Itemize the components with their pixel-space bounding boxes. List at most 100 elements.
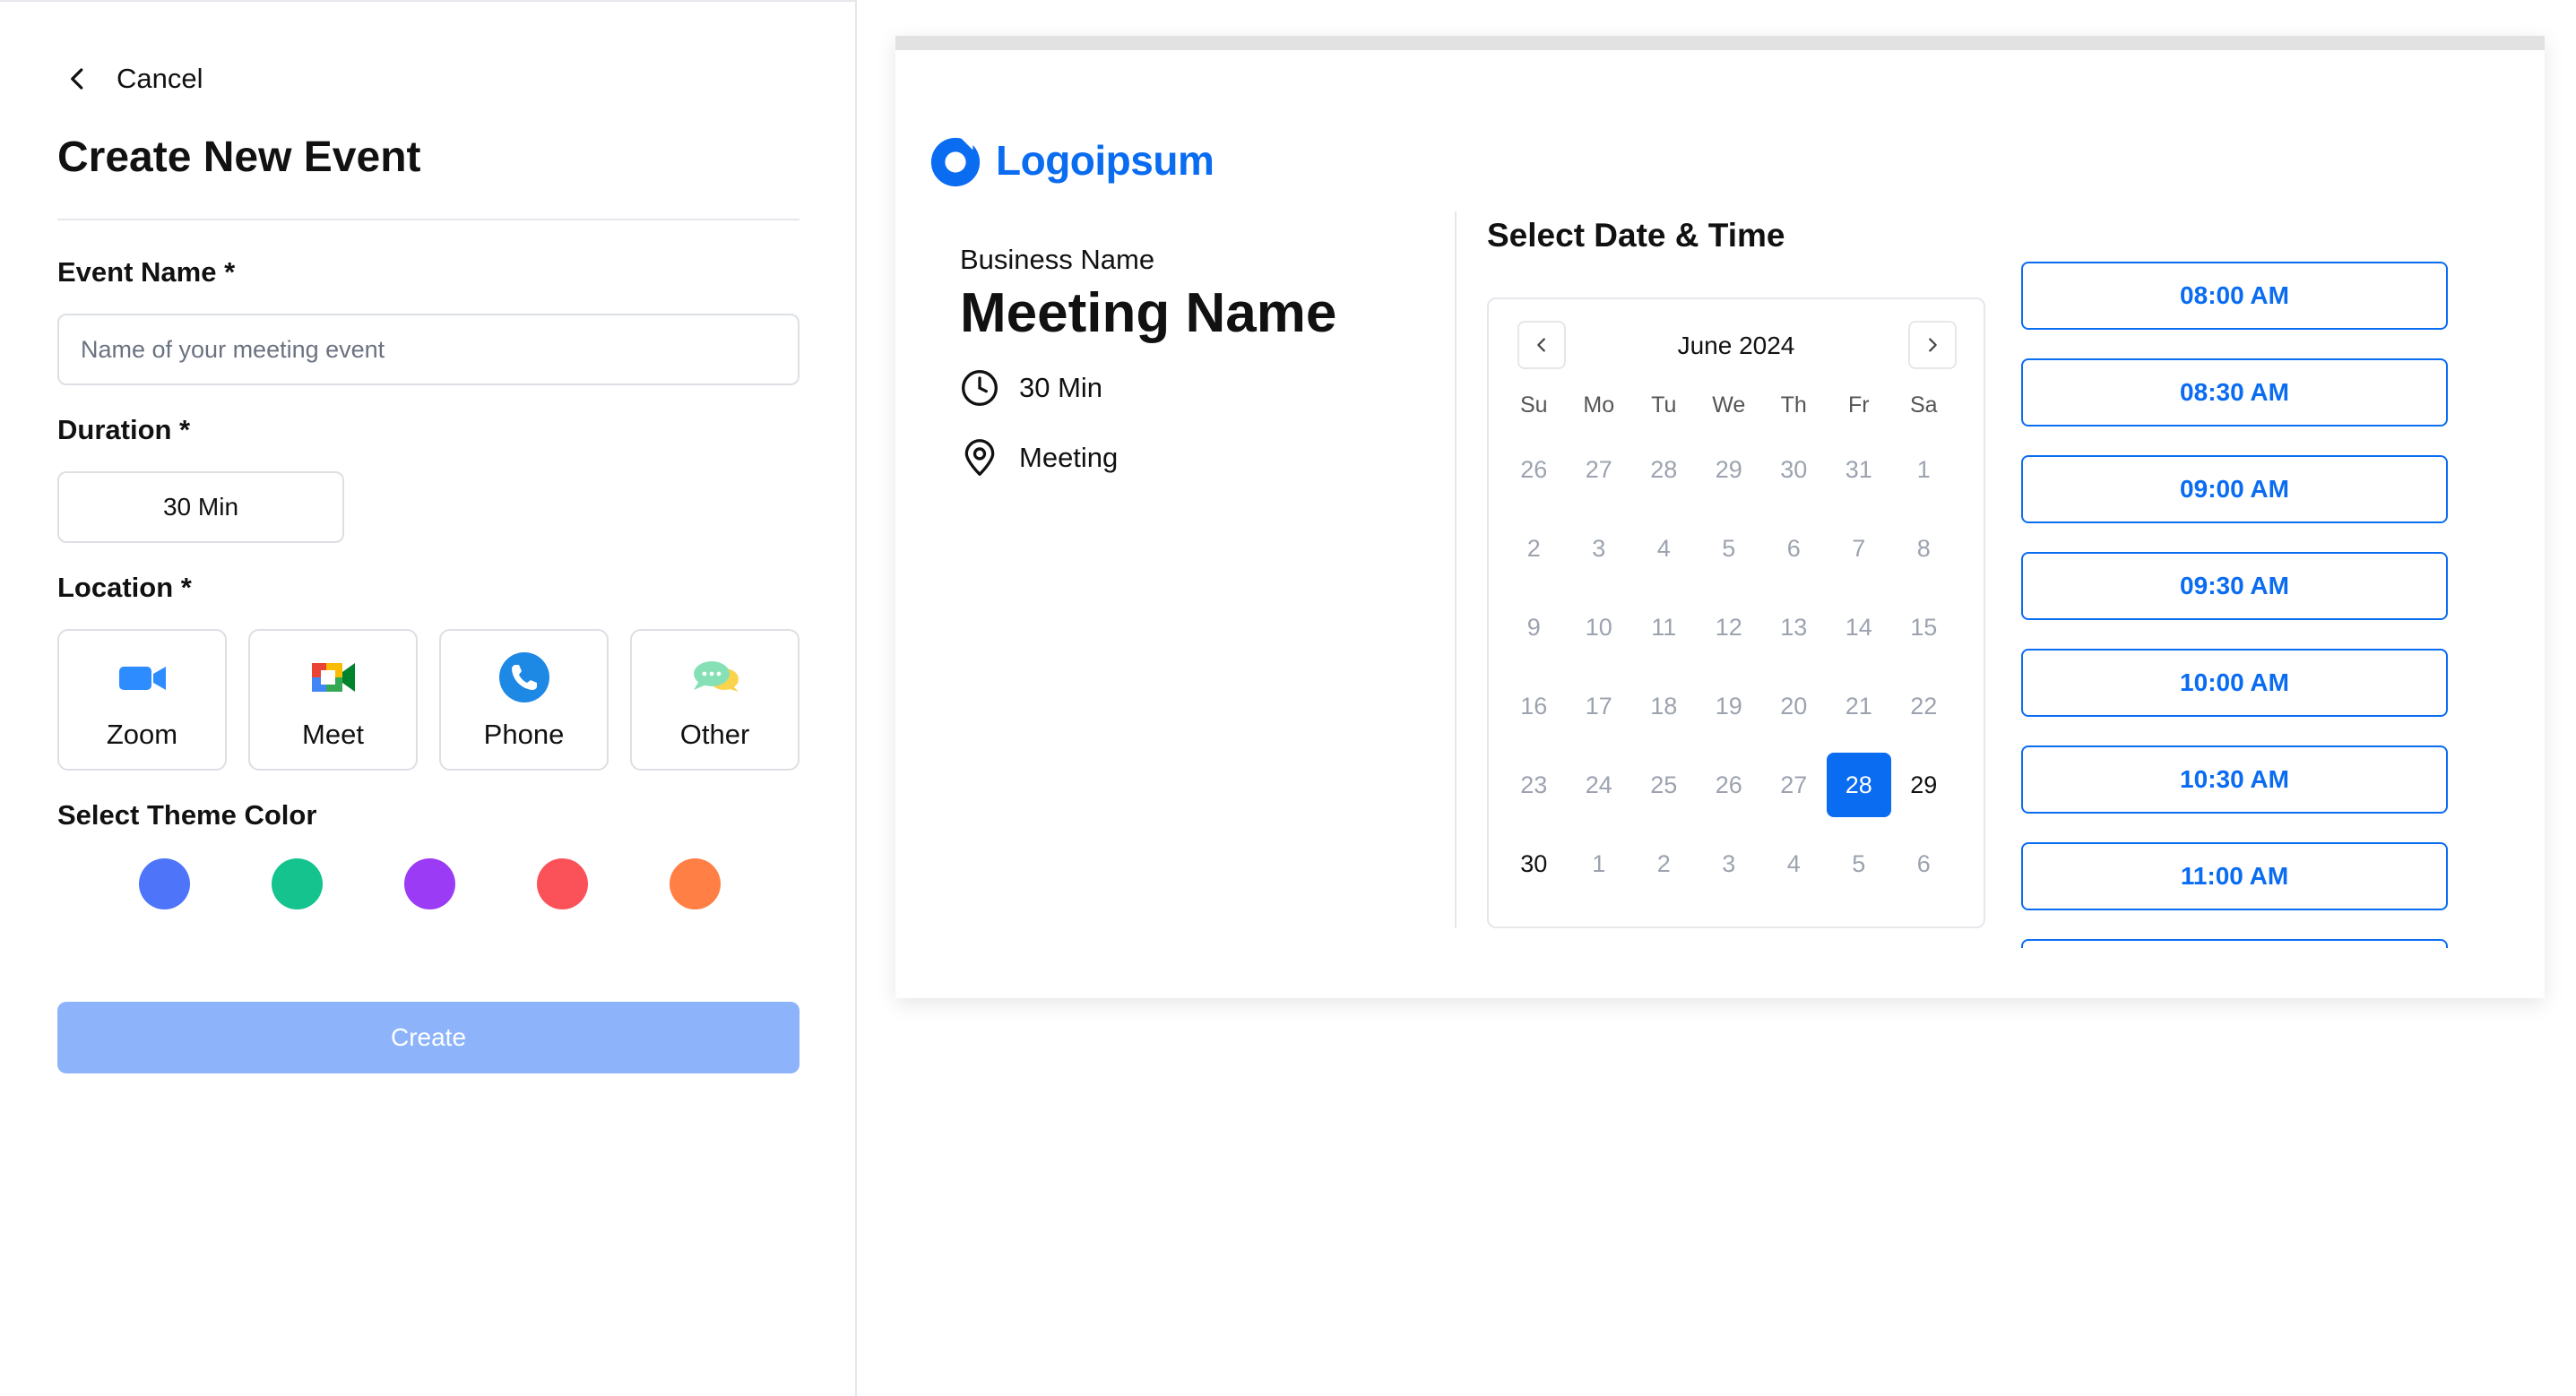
location-zoom[interactable]: Zoom (57, 629, 227, 771)
calendar-day-number: 6 (1916, 849, 1931, 877)
weekday-label: Mo (1583, 392, 1615, 418)
calendar-day-number: 16 (1520, 692, 1548, 720)
location-phone[interactable]: Phone (439, 629, 609, 771)
calendar-day-number: 6 (1786, 534, 1801, 562)
calendar-day: 2 (1631, 824, 1697, 903)
next-month-button[interactable] (1908, 321, 1957, 369)
calendar-day: 28 (1631, 430, 1697, 509)
calendar-day-number: 28 (1650, 455, 1678, 483)
meeting-name: Meeting Name (960, 282, 1337, 344)
calendar-day-number: 13 (1780, 613, 1808, 641)
location-other[interactable]: Other (630, 629, 800, 771)
select-date-time-title: Select Date & Time (1487, 217, 1785, 254)
cancel-label: Cancel (117, 63, 203, 94)
calendar-day: 6 (1891, 824, 1957, 903)
cancel-button[interactable]: Cancel (65, 63, 203, 95)
calendar-day: 4 (1631, 509, 1697, 588)
map-pin-icon (964, 439, 995, 476)
location-label: Location * (57, 572, 192, 603)
weekday-label: Th (1780, 392, 1807, 418)
time-slot-button[interactable]: 08:30 AM (2021, 358, 2448, 427)
create-button[interactable]: Create (57, 1002, 800, 1073)
calendar-day: 27 (1567, 430, 1632, 509)
duration-select[interactable]: 30 Min (57, 471, 344, 543)
time-slot-button[interactable]: 11:00 AM (2021, 842, 2448, 910)
calendar-day-number: 7 (1852, 534, 1866, 562)
calendar-day: 3 (1567, 509, 1632, 588)
zoom-icon (114, 649, 171, 706)
calendar-day-number: 25 (1650, 771, 1678, 798)
event-name-input[interactable] (57, 314, 800, 385)
chevron-left-icon (71, 68, 83, 90)
calendar-day-number: 14 (1845, 613, 1872, 641)
calendar-day: 1 (1567, 824, 1632, 903)
time-slot-button[interactable]: 10:00 AM (2021, 649, 2448, 717)
calendar-day: 16 (1501, 667, 1567, 745)
vertical-divider (1455, 211, 1457, 928)
event-name-label: Event Name * (57, 256, 236, 288)
theme-color-purple[interactable] (404, 858, 455, 909)
chevron-right-icon (1929, 338, 1937, 352)
create-event-panel: Cancel Create New Event Event Name * Dur… (0, 0, 857, 1396)
calendar-days: 26 27 28 29 30 31 1 2 3 4 5 6 7 8 9 10 11 12 13 14 15 16 17 18 1… (1501, 430, 1957, 903)
time-slot-button[interactable]: 08:00 AM (2021, 262, 2448, 330)
calendar-day-number: 3 (1592, 534, 1606, 562)
theme-color-green[interactable] (272, 858, 323, 909)
calendar-day-number: 29 (1715, 455, 1742, 483)
calendar-day: 22 (1891, 667, 1957, 745)
location-meet-label: Meet (302, 719, 364, 750)
weekday-label: Fr (1847, 392, 1870, 418)
location-meet[interactable]: Meet (248, 629, 418, 771)
location-text: Meeting (1019, 442, 1119, 473)
calendar-day-number: 30 (1520, 849, 1548, 877)
calendar-day-number: 27 (1780, 771, 1808, 798)
weekday-label: Tu (1651, 392, 1677, 418)
calendar-day-number: 11 (1651, 613, 1677, 641)
calendar-day-number: 31 (1845, 455, 1872, 483)
calendar-day[interactable]: 30 (1501, 824, 1567, 903)
calendar-day: 3 (1697, 824, 1762, 903)
calendar-day: 20 (1761, 667, 1827, 745)
calendar-day: 7 (1827, 509, 1892, 588)
calendar-day: 6 (1761, 509, 1827, 588)
calendar-day: 10 (1567, 588, 1632, 667)
duration-text: 30 Min (1019, 372, 1103, 403)
weekday-label: Sa (1909, 392, 1938, 418)
theme-color-blue[interactable] (139, 858, 190, 909)
calendar-day-number: 8 (1916, 534, 1931, 562)
time-slot-button[interactable]: 11:30 AM (2021, 939, 2448, 948)
theme-color-orange[interactable] (670, 858, 721, 909)
logo-icon (930, 135, 981, 187)
calendar-day: 31 (1827, 430, 1892, 509)
calendar-day: 11 (1631, 588, 1697, 667)
time-slot-button[interactable]: 10:30 AM (2021, 745, 2448, 814)
location-phone-label: Phone (483, 719, 565, 750)
calendar-day: 26 (1697, 745, 1762, 824)
calendar-day-number: 2 (1526, 534, 1541, 562)
booking-preview: Logoipsum Business Name Meeting Name 30 … (895, 36, 2545, 998)
calendar-day: 5 (1697, 509, 1762, 588)
calendar-day-number: 15 (1910, 613, 1938, 641)
theme-color-red[interactable] (537, 858, 588, 909)
calendar-day: 26 (1501, 430, 1567, 509)
divider (57, 219, 800, 220)
calendar-day-number: 19 (1715, 692, 1742, 720)
time-slot-button[interactable]: 09:30 AM (2021, 552, 2448, 620)
event-info: Business Name Meeting Name 30 Min Meetin… (960, 244, 1336, 478)
calendar-day: 27 (1761, 745, 1827, 824)
calendar-day-number: 10 (1585, 613, 1612, 641)
calendar: June 2024 Su Mo Tu We Th Fr Sa 26 27 28 29 30 31 1 2 3… (1487, 297, 1985, 928)
theme-color-label: Select Theme Color (57, 799, 317, 831)
calendar-day: 15 (1891, 588, 1957, 667)
calendar-day: 29 (1697, 430, 1762, 509)
calendar-day-number: 5 (1722, 534, 1736, 562)
calendar-day: 14 (1827, 588, 1892, 667)
calendar-day: 17 (1567, 667, 1632, 745)
calendar-day-number: 1 (1916, 455, 1931, 483)
calendar-day-number: 3 (1722, 849, 1736, 877)
calendar-day-number: 18 (1650, 692, 1678, 720)
time-slot-button[interactable]: 09:00 AM (2021, 455, 2448, 523)
calendar-day-selected[interactable]: 28 (1826, 745, 1892, 824)
calendar-day[interactable]: 29 (1891, 745, 1957, 824)
duration-row: 30 Min (960, 368, 1336, 408)
